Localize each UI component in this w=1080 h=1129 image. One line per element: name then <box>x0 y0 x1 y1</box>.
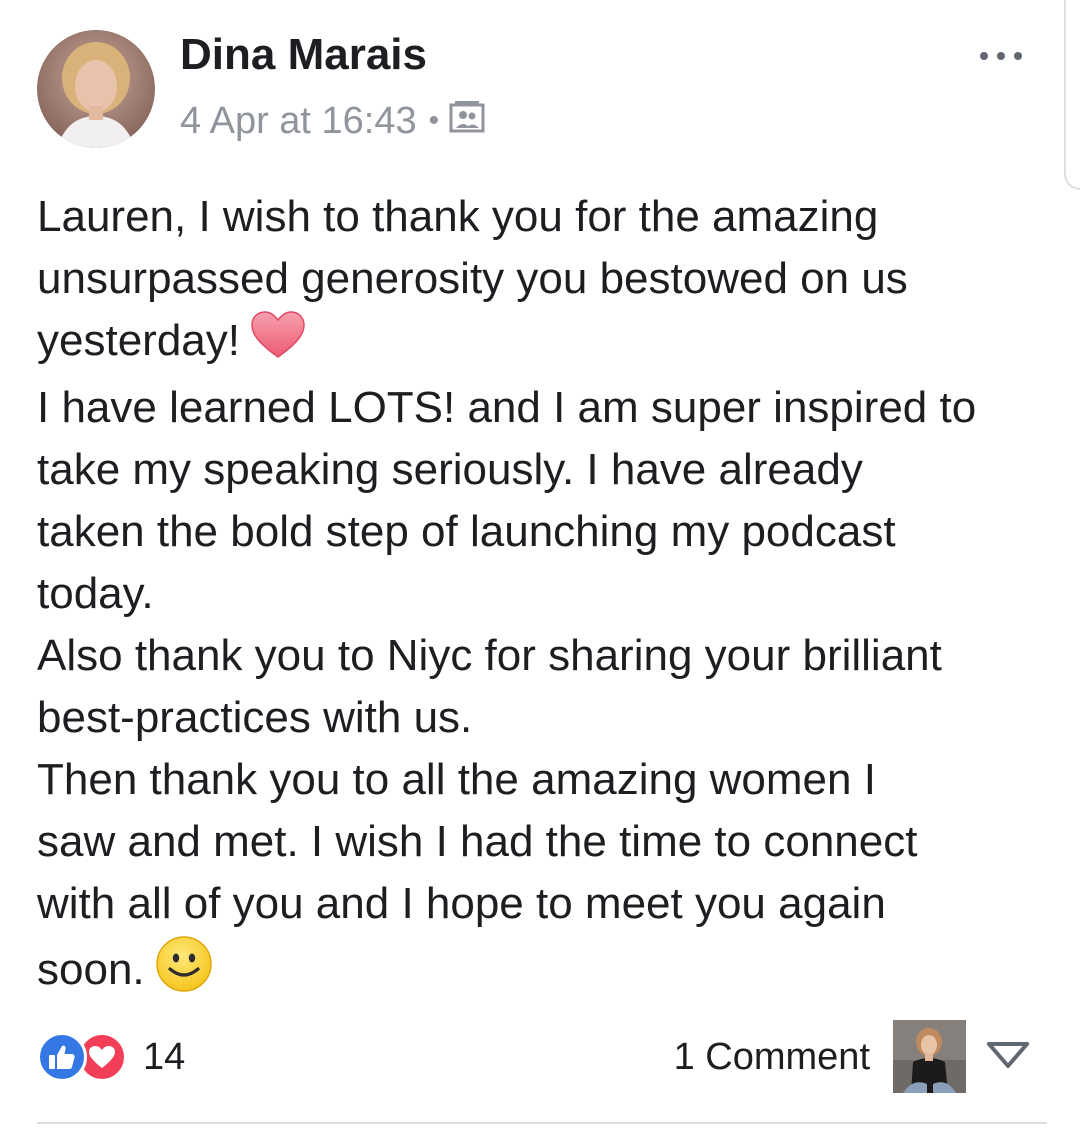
post-timestamp[interactable]: 4 Apr at 16:43 <box>180 100 417 143</box>
post-line: Then thank you to all the amazing women … <box>37 755 876 804</box>
post-line: with all of you and I hope to meet you a… <box>37 879 886 928</box>
smiley-emoji <box>155 935 213 1010</box>
post-line: take my speaking seriously. I have alrea… <box>37 445 863 494</box>
photo-album-icon <box>449 99 485 143</box>
post-line: soon. <box>37 935 1047 1010</box>
post-meta: 4 Apr at 16:43 • <box>180 98 485 144</box>
post-line: saw and met. I wish I had the time to co… <box>37 817 918 866</box>
more-options-icon[interactable] <box>966 36 1036 76</box>
author-avatar[interactable] <box>37 30 155 148</box>
like-reaction-icon <box>37 1032 87 1082</box>
chevron-down-icon[interactable] <box>986 1038 1030 1074</box>
reactions-summary[interactable]: 14 <box>37 1032 185 1082</box>
reaction-count: 14 <box>143 1035 186 1078</box>
post-line: today. <box>37 569 154 618</box>
edge-divider <box>1064 0 1080 190</box>
author-name[interactable]: Dina Marais <box>180 30 427 80</box>
post-line: I have learned LOTS! and I am super insp… <box>37 383 977 432</box>
comment-count-link[interactable]: 1 Comment <box>674 1032 870 1082</box>
post-line: taken the bold step of launching my podc… <box>37 507 896 556</box>
heart-emoji <box>250 310 306 377</box>
commenter-avatar[interactable] <box>893 1020 966 1093</box>
post-line: best-practices with us. <box>37 693 473 742</box>
post-line: Also thank you to Niyc for sharing your … <box>37 631 942 680</box>
post-body: Lauren, I wish to thank you for the amaz… <box>37 186 1047 1010</box>
post-line: unsurpassed generosity you bestowed on u… <box>37 254 908 303</box>
post-line: Lauren, I wish to thank you for the amaz… <box>37 192 879 241</box>
post-footer-divider <box>37 1122 1047 1124</box>
meta-separator: • <box>428 104 440 137</box>
post-line: yesterday! <box>37 310 1047 377</box>
facebook-post: Dina Marais 4 Apr at 16:43 • Lauren, I w… <box>0 0 1080 1129</box>
